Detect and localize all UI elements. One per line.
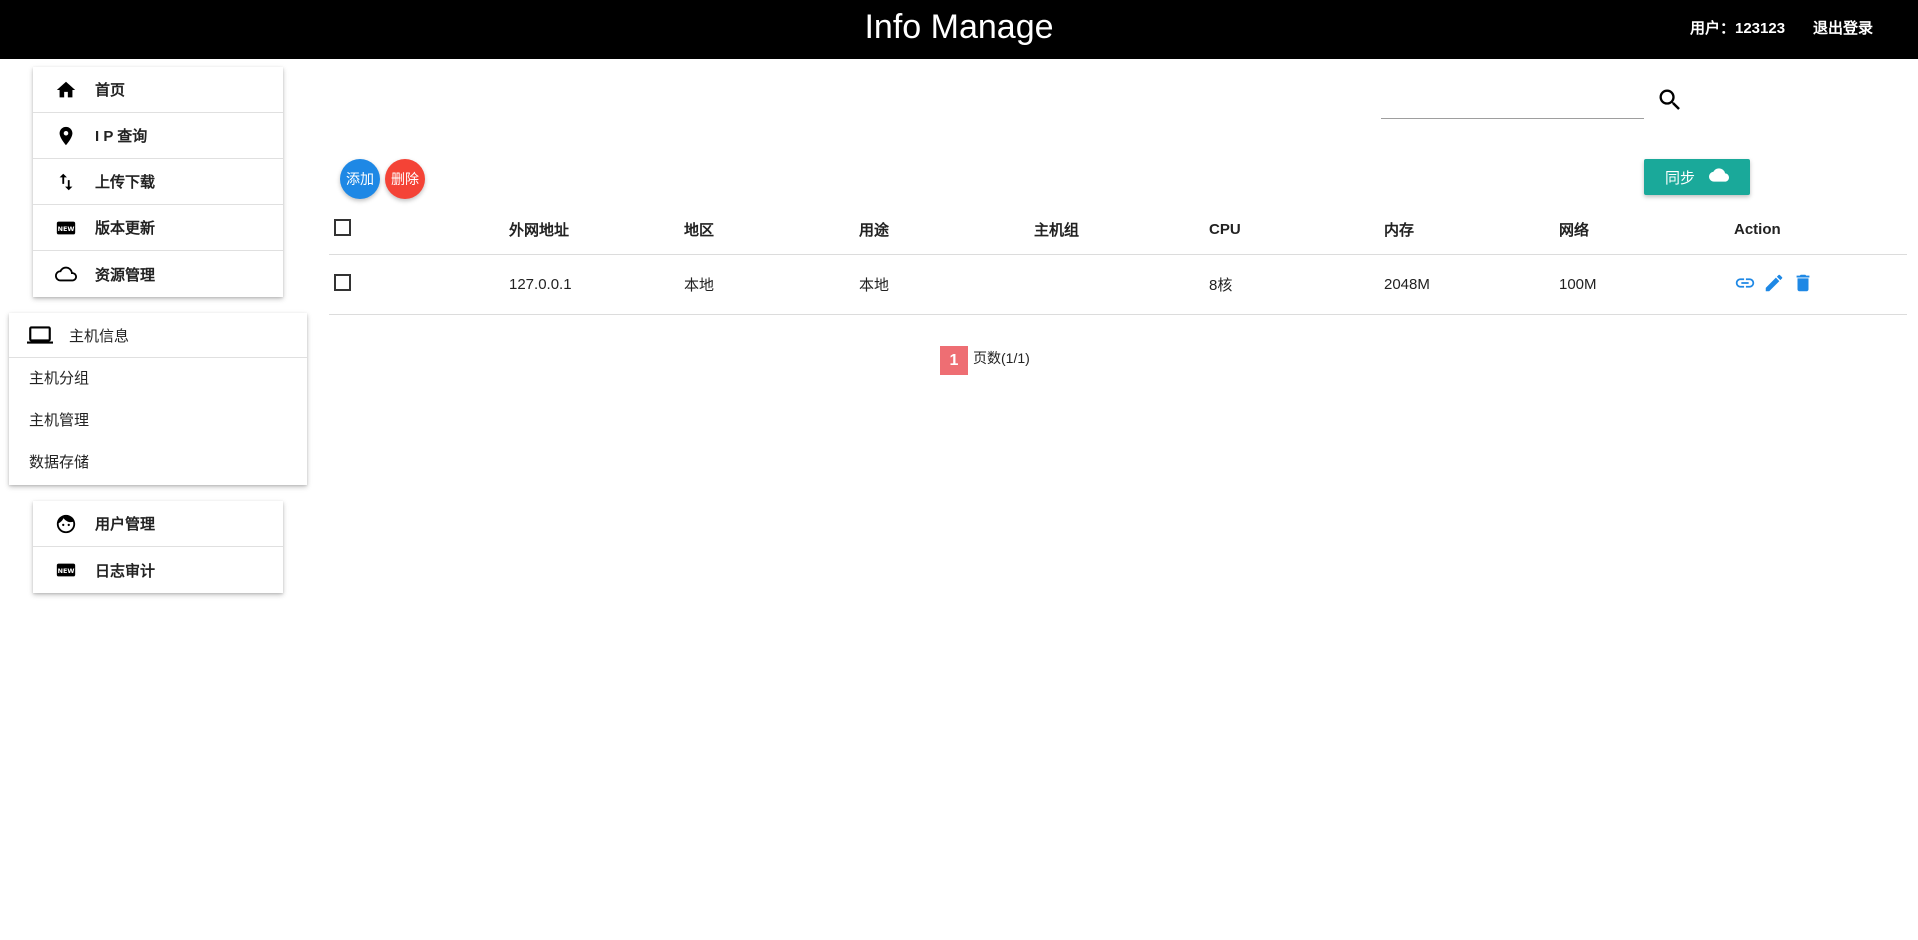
app-title: Info Manage	[864, 8, 1054, 46]
sidebar-item-label: 版本更新	[95, 220, 156, 237]
sidebar-admin-menu: 用户管理 NEW 日志审计	[33, 501, 283, 593]
column-header[interactable]: 网络	[1554, 219, 1729, 240]
trash-icon[interactable]	[1792, 272, 1814, 298]
logout-link[interactable]: 退出登录	[1813, 17, 1873, 38]
cell-cpu: 8核	[1209, 277, 1233, 294]
cell-memory: 2048M	[1384, 276, 1430, 293]
cell-actions	[1729, 272, 1907, 298]
sidebar-subitem-host-management[interactable]: 主机管理	[9, 400, 307, 442]
cell-usage: 本地	[859, 277, 890, 294]
search-input[interactable]	[1381, 88, 1644, 118]
sidebar-item-host-info[interactable]: 主机信息	[9, 313, 307, 358]
face-icon	[51, 513, 81, 535]
sidebar-main-menu: 首页 I P 查询 上传下载 NEW 版本更新 资源管理	[33, 67, 283, 297]
location-pin-icon	[51, 125, 81, 147]
column-header[interactable]: CPU	[1204, 221, 1379, 238]
add-button[interactable]: 添加	[340, 159, 380, 199]
sidebar-item-label: 用户管理	[95, 516, 156, 533]
search-icon[interactable]	[1656, 86, 1684, 114]
sidebar-item-ip-query[interactable]: I P 查询	[33, 113, 283, 159]
svg-text:NEW: NEW	[58, 224, 75, 232]
link-icon[interactable]	[1734, 272, 1756, 298]
sidebar-item-label: I P 查询	[95, 128, 148, 145]
svg-text:NEW: NEW	[58, 567, 75, 575]
cell-ip: 127.0.0.1	[509, 276, 572, 293]
search-underline	[1381, 118, 1644, 119]
sidebar-item-resources[interactable]: 资源管理	[33, 251, 283, 297]
sync-button[interactable]: 同步	[1644, 159, 1750, 195]
edit-icon[interactable]	[1763, 272, 1785, 298]
new-badge-icon: NEW	[51, 217, 81, 239]
sidebar-item-label: 首页	[95, 82, 126, 99]
home-icon	[51, 79, 81, 101]
row-checkbox[interactable]	[334, 274, 351, 291]
sidebar-item-label: 上传下载	[95, 174, 156, 191]
sidebar-item-label: 主机信息	[69, 327, 130, 345]
table-row: 127.0.0.1 本地 本地 8核 2048M 100M	[329, 255, 1907, 315]
sidebar-subitem-data-storage[interactable]: 数据存储	[9, 442, 307, 484]
sidebar-item-version-update[interactable]: NEW 版本更新	[33, 205, 283, 251]
cell-region: 本地	[684, 277, 715, 294]
current-user: 用户：123123	[1690, 20, 1786, 37]
cloud-icon	[51, 263, 81, 285]
swap-vert-icon	[51, 171, 81, 193]
sidebar-host-group: 主机信息 主机分组 主机管理 数据存储	[9, 313, 307, 485]
select-all-cell	[329, 219, 504, 240]
pagination-info: 页数(1/1)	[973, 350, 1030, 366]
sidebar-item-upload-download[interactable]: 上传下载	[33, 159, 283, 205]
top-header: Info Manage 用户：123123 退出登录	[0, 0, 1918, 59]
sidebar-subitem-host-groups[interactable]: 主机分组	[9, 358, 307, 400]
sidebar-item-users[interactable]: 用户管理	[33, 501, 283, 547]
new-badge-icon: NEW	[51, 559, 81, 581]
row-select-cell	[329, 274, 504, 295]
pagination-current-page[interactable]: 1	[940, 346, 968, 375]
column-header[interactable]: 内存	[1379, 219, 1554, 240]
column-header[interactable]: 主机组	[1029, 219, 1204, 240]
hosts-table: 外网地址 地区 用途 主机组 CPU 内存 网络 Action 127.0.0.…	[329, 205, 1907, 315]
sidebar-item-label: 资源管理	[95, 266, 156, 284]
column-header: Action	[1734, 221, 1781, 238]
column-header[interactable]: 外网地址	[504, 219, 679, 240]
delete-button[interactable]: 删除	[385, 159, 425, 199]
select-all-checkbox[interactable]	[334, 219, 351, 236]
laptop-icon	[25, 322, 55, 348]
column-header[interactable]: 地区	[679, 219, 854, 240]
cloud-icon	[1709, 165, 1729, 189]
column-header[interactable]: 用途	[854, 219, 1029, 240]
sidebar-item-home[interactable]: 首页	[33, 67, 283, 113]
sidebar-item-audit-log[interactable]: NEW 日志审计	[33, 547, 283, 593]
cell-network: 100M	[1559, 276, 1597, 293]
sidebar-item-label: 日志审计	[95, 562, 156, 580]
table-header-row: 外网地址 地区 用途 主机组 CPU 内存 网络 Action	[329, 205, 1907, 255]
sync-label: 同步	[1664, 169, 1695, 187]
